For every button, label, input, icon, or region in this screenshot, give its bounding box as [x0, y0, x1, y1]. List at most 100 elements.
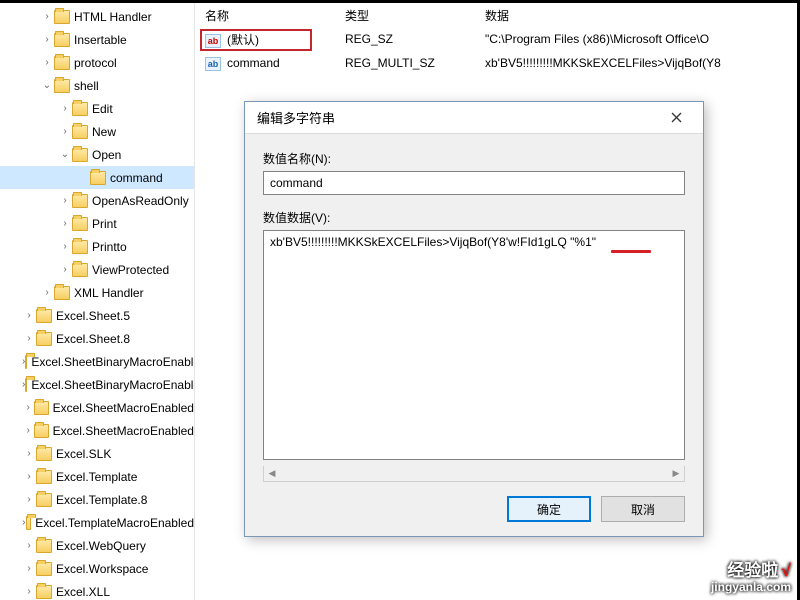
chevron-right-icon[interactable]: › [22, 425, 34, 436]
tree-item-label: Excel.TemplateMacroEnabled [35, 516, 194, 530]
tree-item-label: Excel.Workspace [56, 562, 148, 576]
tree-item-label: protocol [74, 56, 117, 70]
string-value-icon: ab [205, 34, 221, 48]
tree-item-open[interactable]: ⌄ Open [0, 143, 194, 166]
value-type: REG_SZ [345, 32, 485, 46]
tree-item-viewprotected[interactable]: › ViewProtected [0, 258, 194, 281]
tree-item-excel-template-8[interactable]: ›Excel.Template.8 [0, 488, 194, 511]
col-header-type[interactable]: 类型 [345, 7, 485, 24]
tree-item-insertable[interactable]: ›Insertable [0, 28, 194, 51]
chevron-right-icon[interactable]: › [22, 310, 36, 321]
col-header-name[interactable]: 名称 [205, 7, 345, 24]
tree-item-html-handler[interactable]: ›HTML Handler [0, 5, 194, 28]
chevron-right-icon[interactable]: › [22, 448, 36, 459]
chevron-right-icon[interactable]: › [58, 126, 72, 137]
tree-item-print[interactable]: ›Print [0, 212, 194, 235]
tree-item-excel-sheetmacroenabled[interactable]: › Excel.SheetMacroEnabled [0, 396, 194, 419]
folder-icon [36, 562, 52, 576]
horizontal-scrollbar[interactable]: ◀ ▶ [263, 466, 685, 482]
tree-item-protocol[interactable]: › protocol [0, 51, 194, 74]
chevron-right-icon[interactable]: › [22, 494, 36, 505]
registry-tree[interactable]: ›HTML Handler›Insertable›protocol⌄shell›… [0, 3, 195, 600]
chevron-right-icon[interactable]: › [58, 103, 72, 114]
folder-icon [25, 378, 27, 392]
list-header: 名称 类型 数据 [195, 3, 797, 27]
tree-item-excel-slk[interactable]: ›Excel.SLK [0, 442, 194, 465]
cancel-button[interactable]: 取消 [601, 496, 685, 522]
value-data: "C:\Program Files (x86)\Microsoft Office… [485, 32, 797, 46]
folder-icon [36, 332, 52, 346]
value-data-label: 数值数据(V): [263, 209, 685, 226]
chevron-right-icon[interactable]: › [58, 195, 72, 206]
folder-icon [90, 171, 106, 185]
value-row[interactable]: ab(默认)REG_SZ"C:\Program Files (x86)\Micr… [195, 27, 797, 51]
folder-icon [72, 102, 88, 116]
chevron-right-icon[interactable]: › [40, 57, 54, 68]
folder-icon [72, 240, 88, 254]
folder-icon [54, 286, 70, 300]
tree-item-label: Printto [92, 240, 127, 254]
chevron-right-icon[interactable]: › [58, 218, 72, 229]
chevron-right-icon[interactable]: › [22, 333, 36, 344]
tree-item-excel-templatemacroenabled[interactable]: ›Excel.TemplateMacroEnabled [0, 511, 194, 534]
tree-item-label: Excel.XLL [56, 585, 110, 599]
col-header-data[interactable]: 数据 [485, 7, 797, 24]
chevron-right-icon[interactable]: › [22, 402, 34, 413]
folder-icon [72, 217, 88, 231]
dialog-titlebar[interactable]: 编辑多字符串 [245, 102, 703, 134]
tree-item-label: ViewProtected [92, 263, 169, 277]
tree-item-excel-sheet-5[interactable]: › Excel.Sheet.5 [0, 304, 194, 327]
tree-item-edit[interactable]: ›Edit [0, 97, 194, 120]
tree-item-label: Excel.Sheet.5 [56, 309, 130, 323]
tree-item-command[interactable]: ·command [0, 166, 194, 189]
chevron-right-icon[interactable]: › [40, 34, 54, 45]
underline-annotation [611, 250, 651, 253]
chevron-right-icon[interactable]: › [22, 586, 36, 597]
tree-item-printto[interactable]: › Printto [0, 235, 194, 258]
edit-multistring-dialog: 编辑多字符串 数值名称(N): 数值数据(V): ◀ ▶ 确定 取消 [244, 101, 704, 537]
scroll-left-icon[interactable]: ◀ [264, 466, 280, 481]
folder-icon [26, 516, 32, 530]
chevron-right-icon[interactable]: › [40, 287, 54, 298]
folder-icon [36, 309, 52, 323]
folder-icon [36, 585, 52, 599]
tree-item-excel-workspace[interactable]: › Excel.Workspace [0, 557, 194, 580]
chevron-right-icon[interactable]: › [58, 241, 72, 252]
chevron-down-icon[interactable]: ⌄ [40, 80, 54, 91]
tree-item-xml-handler[interactable]: › XML Handler [0, 281, 194, 304]
tree-item-label: Excel.SheetMacroEnabled [53, 401, 194, 415]
value-data-textarea[interactable] [263, 230, 685, 460]
dialog-title-text: 编辑多字符串 [257, 108, 335, 127]
folder-icon [72, 125, 88, 139]
chevron-down-icon[interactable]: ⌄ [58, 149, 72, 160]
tree-item-excel-webquery[interactable]: ›Excel.WebQuery [0, 534, 194, 557]
tree-item-excel-sheetbinarymacroenabled[interactable]: ›Excel.SheetBinaryMacroEnabled [0, 373, 194, 396]
chevron-right-icon[interactable]: › [22, 563, 36, 574]
tree-item-label: XML Handler [74, 286, 144, 300]
folder-icon [72, 194, 88, 208]
tree-item-label: shell [74, 79, 99, 93]
value-name-input[interactable] [263, 171, 685, 195]
chevron-right-icon[interactable]: › [58, 264, 72, 275]
tree-item-excel-template[interactable]: ›Excel.Template [0, 465, 194, 488]
tree-item-shell[interactable]: ⌄ shell [0, 74, 194, 97]
tree-item-excel-sheet-8[interactable]: ›Excel.Sheet.8 [0, 327, 194, 350]
chevron-right-icon[interactable]: › [22, 540, 36, 551]
tree-item-excel-sheetmacroenabled[interactable]: › Excel.SheetMacroEnabled [0, 419, 194, 442]
scroll-right-icon[interactable]: ▶ [668, 466, 684, 481]
watermark-brand: 经验啦 [727, 561, 778, 580]
value-type: REG_MULTI_SZ [345, 56, 485, 70]
close-icon[interactable] [657, 106, 695, 130]
value-row[interactable]: abcommandREG_MULTI_SZxb'BV5!!!!!!!!!MKKS… [195, 51, 797, 75]
tree-item-label: Open [92, 148, 121, 162]
chevron-right-icon[interactable]: › [22, 471, 36, 482]
tree-item-new[interactable]: ›New [0, 120, 194, 143]
tree-item-label: Excel.SheetMacroEnabled [53, 424, 194, 438]
tree-item-excel-xll[interactable]: › Excel.XLL [0, 580, 194, 600]
string-value-icon: ab [205, 57, 221, 71]
tree-item-openasreadonly[interactable]: ›OpenAsReadOnly [0, 189, 194, 212]
chevron-right-icon[interactable]: › [40, 11, 54, 22]
tree-item-excel-sheetbinarymacroenabled[interactable]: ›Excel.SheetBinaryMacroEnabled [0, 350, 194, 373]
ok-button[interactable]: 确定 [507, 496, 591, 522]
folder-icon [54, 79, 70, 93]
